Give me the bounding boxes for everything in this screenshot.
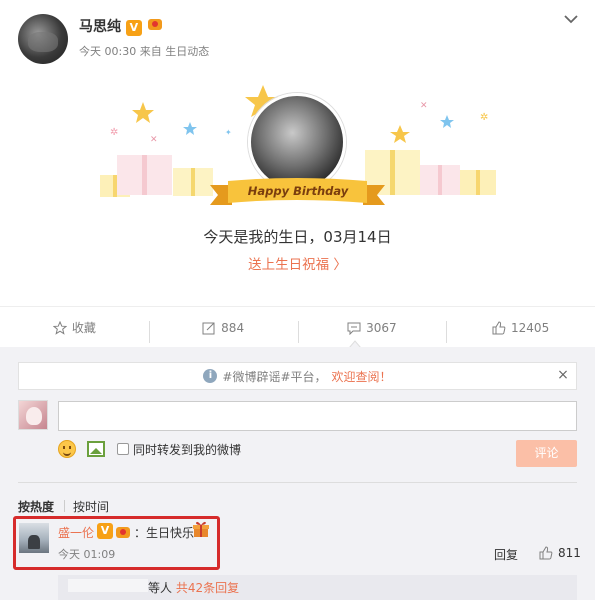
like-button[interactable]: 12405	[446, 320, 595, 343]
comment-button[interactable]: 3067	[297, 320, 447, 343]
comment-like-count: 811	[558, 546, 581, 560]
sort-by-hot-tab[interactable]: 按热度	[18, 498, 54, 515]
submit-comment-button[interactable]: 评论	[516, 440, 577, 467]
close-icon[interactable]: ×	[555, 367, 571, 383]
post-meta: 今天 00:30 来自 生日动态	[79, 45, 210, 58]
repost-count: 884	[221, 320, 245, 335]
action-bar: 收藏 884 3067 12405	[0, 306, 595, 348]
comment-like-button[interactable]: 811	[539, 546, 581, 560]
svg-text:✕: ✕	[420, 101, 428, 111]
repost-checkbox[interactable]	[117, 443, 129, 455]
sub-replies-summary: 等人 共42条回复	[148, 579, 239, 596]
comment-count: 3067	[366, 320, 397, 335]
comment-icon	[347, 322, 361, 335]
info-icon: i	[203, 369, 218, 383]
emoji-icon[interactable]	[58, 440, 76, 458]
svg-text:✦: ✦	[225, 128, 232, 137]
sort-by-time-tab[interactable]: 按时间	[73, 498, 109, 515]
sub-replies-text: 等人	[148, 581, 173, 595]
repost-checkbox-label: 同时转发到我的微博	[133, 443, 242, 457]
svg-text:✕: ✕	[150, 135, 158, 145]
blurred-names	[68, 579, 148, 592]
verified-badge-icon: V	[125, 20, 142, 36]
repost-icon	[202, 322, 215, 334]
favorite-button[interactable]: 收藏	[0, 319, 149, 336]
active-tab-caret-icon	[349, 340, 361, 348]
fan-badge-icon	[147, 15, 163, 31]
chevron-down-icon[interactable]	[562, 10, 580, 28]
divider	[18, 482, 577, 483]
send-wish-link[interactable]: 送上生日祝福 〉	[0, 253, 595, 273]
current-user-avatar	[18, 400, 48, 430]
svg-text:✲: ✲	[110, 127, 118, 138]
svg-text:✲: ✲	[480, 112, 488, 123]
rumor-notice-bar: i #微博辟谣#平台， 欢迎查阅！	[18, 362, 577, 390]
birthday-message: 今天是我的生日，03月14日	[203, 228, 392, 246]
author-name[interactable]: 马思纯	[79, 19, 121, 35]
notice-link[interactable]: 欢迎查阅！	[332, 368, 392, 385]
reply-button[interactable]: 回复	[494, 546, 518, 563]
view-replies-link[interactable]: 共42条回复	[176, 581, 239, 595]
thumbs-up-icon	[539, 546, 553, 560]
sort-divider	[64, 500, 65, 512]
highlight-annotation-box	[13, 516, 220, 570]
notice-text: #微博辟谣#平台，	[222, 369, 327, 384]
star-icon	[52, 320, 67, 335]
favorite-label: 收藏	[71, 321, 96, 335]
like-count: 12405	[511, 320, 550, 335]
repost-button[interactable]: 884	[148, 320, 298, 343]
author-avatar[interactable]	[18, 14, 68, 64]
ribbon-text: Happy Birthday	[247, 184, 349, 198]
image-icon[interactable]	[87, 441, 105, 457]
thumbs-up-icon	[492, 320, 506, 334]
comment-input[interactable]	[58, 401, 577, 431]
